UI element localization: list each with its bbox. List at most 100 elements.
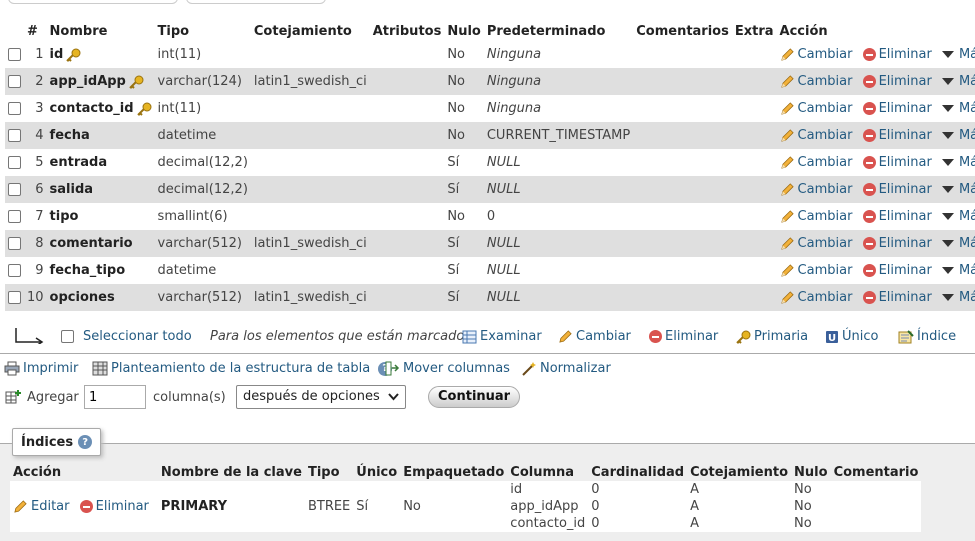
- edit-index-link[interactable]: Editar: [13, 499, 74, 514]
- bulk-index-button[interactable]: Índice: [898, 329, 956, 344]
- row-checkbox[interactable]: [8, 75, 21, 88]
- column-name[interactable]: fecha: [50, 128, 90, 143]
- drop-link[interactable]: Eliminar: [862, 290, 936, 305]
- drop-link[interactable]: Eliminar: [862, 236, 936, 251]
- drop-link[interactable]: Eliminar: [862, 101, 936, 116]
- more-dropdown[interactable]: Más: [941, 128, 975, 143]
- row-checkbox[interactable]: [8, 102, 21, 115]
- bulk-unique-button[interactable]: U Único: [825, 329, 878, 344]
- col-header-extra[interactable]: Extra: [731, 22, 777, 41]
- column-extra: [731, 257, 777, 284]
- position-select[interactable]: después de opciones: [236, 385, 406, 409]
- drop-link[interactable]: Eliminar: [862, 209, 936, 224]
- change-link[interactable]: Cambiar: [780, 209, 857, 224]
- drop-link[interactable]: Eliminar: [862, 155, 936, 170]
- col-header-null[interactable]: Nulo: [444, 22, 484, 41]
- drop-label: Eliminar: [878, 263, 932, 278]
- row-checkbox[interactable]: [8, 264, 21, 277]
- select-all-label[interactable]: Seleccionar todo: [83, 329, 192, 344]
- row-checkbox[interactable]: [8, 129, 21, 142]
- row-checkbox[interactable]: [8, 237, 21, 250]
- drop-index-link[interactable]: Eliminar: [79, 499, 149, 514]
- column-name[interactable]: comentario: [50, 236, 133, 251]
- select-all-checkbox[interactable]: [61, 330, 74, 343]
- column-name[interactable]: contacto_id: [50, 101, 134, 116]
- row-number: 6: [24, 176, 47, 203]
- row-checkbox[interactable]: [8, 291, 21, 304]
- cardinality-value: 0: [591, 516, 600, 531]
- change-link[interactable]: Cambiar: [780, 74, 857, 89]
- more-label: Más: [958, 74, 975, 89]
- more-dropdown[interactable]: Más: [941, 209, 975, 224]
- change-link[interactable]: Cambiar: [780, 182, 857, 197]
- more-dropdown[interactable]: Más: [941, 263, 975, 278]
- drop-link[interactable]: Eliminar: [862, 74, 936, 89]
- more-dropdown[interactable]: Más: [941, 182, 975, 197]
- column-row: 10 opciones varchar(512) latin1_swedish_…: [5, 284, 975, 311]
- row-checkbox[interactable]: [8, 48, 21, 61]
- col-header-num[interactable]: #: [24, 22, 47, 41]
- column-name[interactable]: opciones: [50, 290, 115, 305]
- column-comments: [633, 122, 732, 149]
- change-link[interactable]: Cambiar: [780, 47, 857, 62]
- change-link[interactable]: Cambiar: [780, 128, 857, 143]
- more-dropdown[interactable]: Más: [941, 236, 975, 251]
- column-count-input[interactable]: [84, 385, 146, 409]
- drop-label: Eliminar: [878, 155, 932, 170]
- index-comment: [830, 481, 922, 532]
- column-name[interactable]: id: [50, 47, 64, 62]
- bulk-actions-bar: Seleccionar todo Para los elementos que …: [0, 322, 975, 354]
- column-default: Ninguna: [483, 68, 634, 95]
- column-name[interactable]: salida: [50, 182, 94, 197]
- bulk-change-button[interactable]: Cambiar: [558, 329, 631, 344]
- drop-link[interactable]: Eliminar: [862, 182, 936, 197]
- drop-link[interactable]: Eliminar: [862, 128, 936, 143]
- bulk-browse-button[interactable]: Examinar: [462, 329, 542, 344]
- column-name[interactable]: tipo: [50, 209, 79, 224]
- more-dropdown[interactable]: Más: [941, 47, 975, 62]
- move-columns-link[interactable]: Mover columnas: [384, 361, 510, 376]
- indexes-legend[interactable]: Índices ?: [12, 428, 102, 456]
- column-attributes: [369, 122, 445, 149]
- column-name[interactable]: app_idApp: [50, 74, 126, 89]
- change-link[interactable]: Cambiar: [780, 101, 857, 116]
- row-checkbox[interactable]: [8, 183, 21, 196]
- col-header-collation[interactable]: Cotejamiento: [250, 22, 370, 41]
- continue-button[interactable]: Continuar: [428, 386, 521, 408]
- more-dropdown[interactable]: Más: [941, 101, 975, 116]
- column-collation: [250, 122, 370, 149]
- row-checkbox[interactable]: [8, 210, 21, 223]
- col-header-comments[interactable]: Comentarios: [633, 22, 732, 41]
- row-checkbox[interactable]: [8, 156, 21, 169]
- change-link[interactable]: Cambiar: [780, 290, 857, 305]
- cardinality-value: 0: [591, 482, 600, 497]
- help-icon[interactable]: ?: [78, 435, 93, 449]
- more-dropdown[interactable]: Más: [941, 155, 975, 170]
- drop-link[interactable]: Eliminar: [862, 47, 936, 62]
- more-dropdown[interactable]: Más: [941, 74, 975, 89]
- column-name[interactable]: fecha_tipo: [50, 263, 126, 278]
- column-name[interactable]: entrada: [50, 155, 108, 170]
- col-header-attributes[interactable]: Atributos: [369, 22, 445, 41]
- drop-link[interactable]: Eliminar: [862, 263, 936, 278]
- change-link[interactable]: Cambiar: [780, 263, 857, 278]
- propose-structure-link[interactable]: Planteamiento de la estructura de tabla …: [92, 361, 393, 376]
- col-header-type[interactable]: Tipo: [154, 22, 251, 41]
- more-label: Más: [958, 290, 975, 305]
- normalize-link[interactable]: Normalizar: [521, 361, 611, 376]
- bulk-drop-button[interactable]: Eliminar: [649, 329, 718, 344]
- col-header-name[interactable]: Nombre: [46, 22, 155, 41]
- select-all-control[interactable]: Seleccionar todo: [61, 329, 192, 344]
- index-key-name: PRIMARY: [157, 481, 305, 532]
- column-default: NULL: [483, 284, 634, 311]
- print-link[interactable]: Imprimir: [4, 361, 78, 376]
- column-type: int(11): [154, 95, 251, 122]
- more-dropdown[interactable]: Más: [941, 290, 975, 305]
- change-link[interactable]: Cambiar: [780, 155, 857, 170]
- bulk-drop-label: Eliminar: [665, 329, 719, 344]
- col-header-default[interactable]: Predeterminado: [483, 22, 634, 41]
- bulk-primary-button[interactable]: Primaria: [735, 329, 808, 344]
- change-link[interactable]: Cambiar: [780, 236, 857, 251]
- column-default: NULL: [483, 230, 634, 257]
- drop-icon: [862, 75, 876, 88]
